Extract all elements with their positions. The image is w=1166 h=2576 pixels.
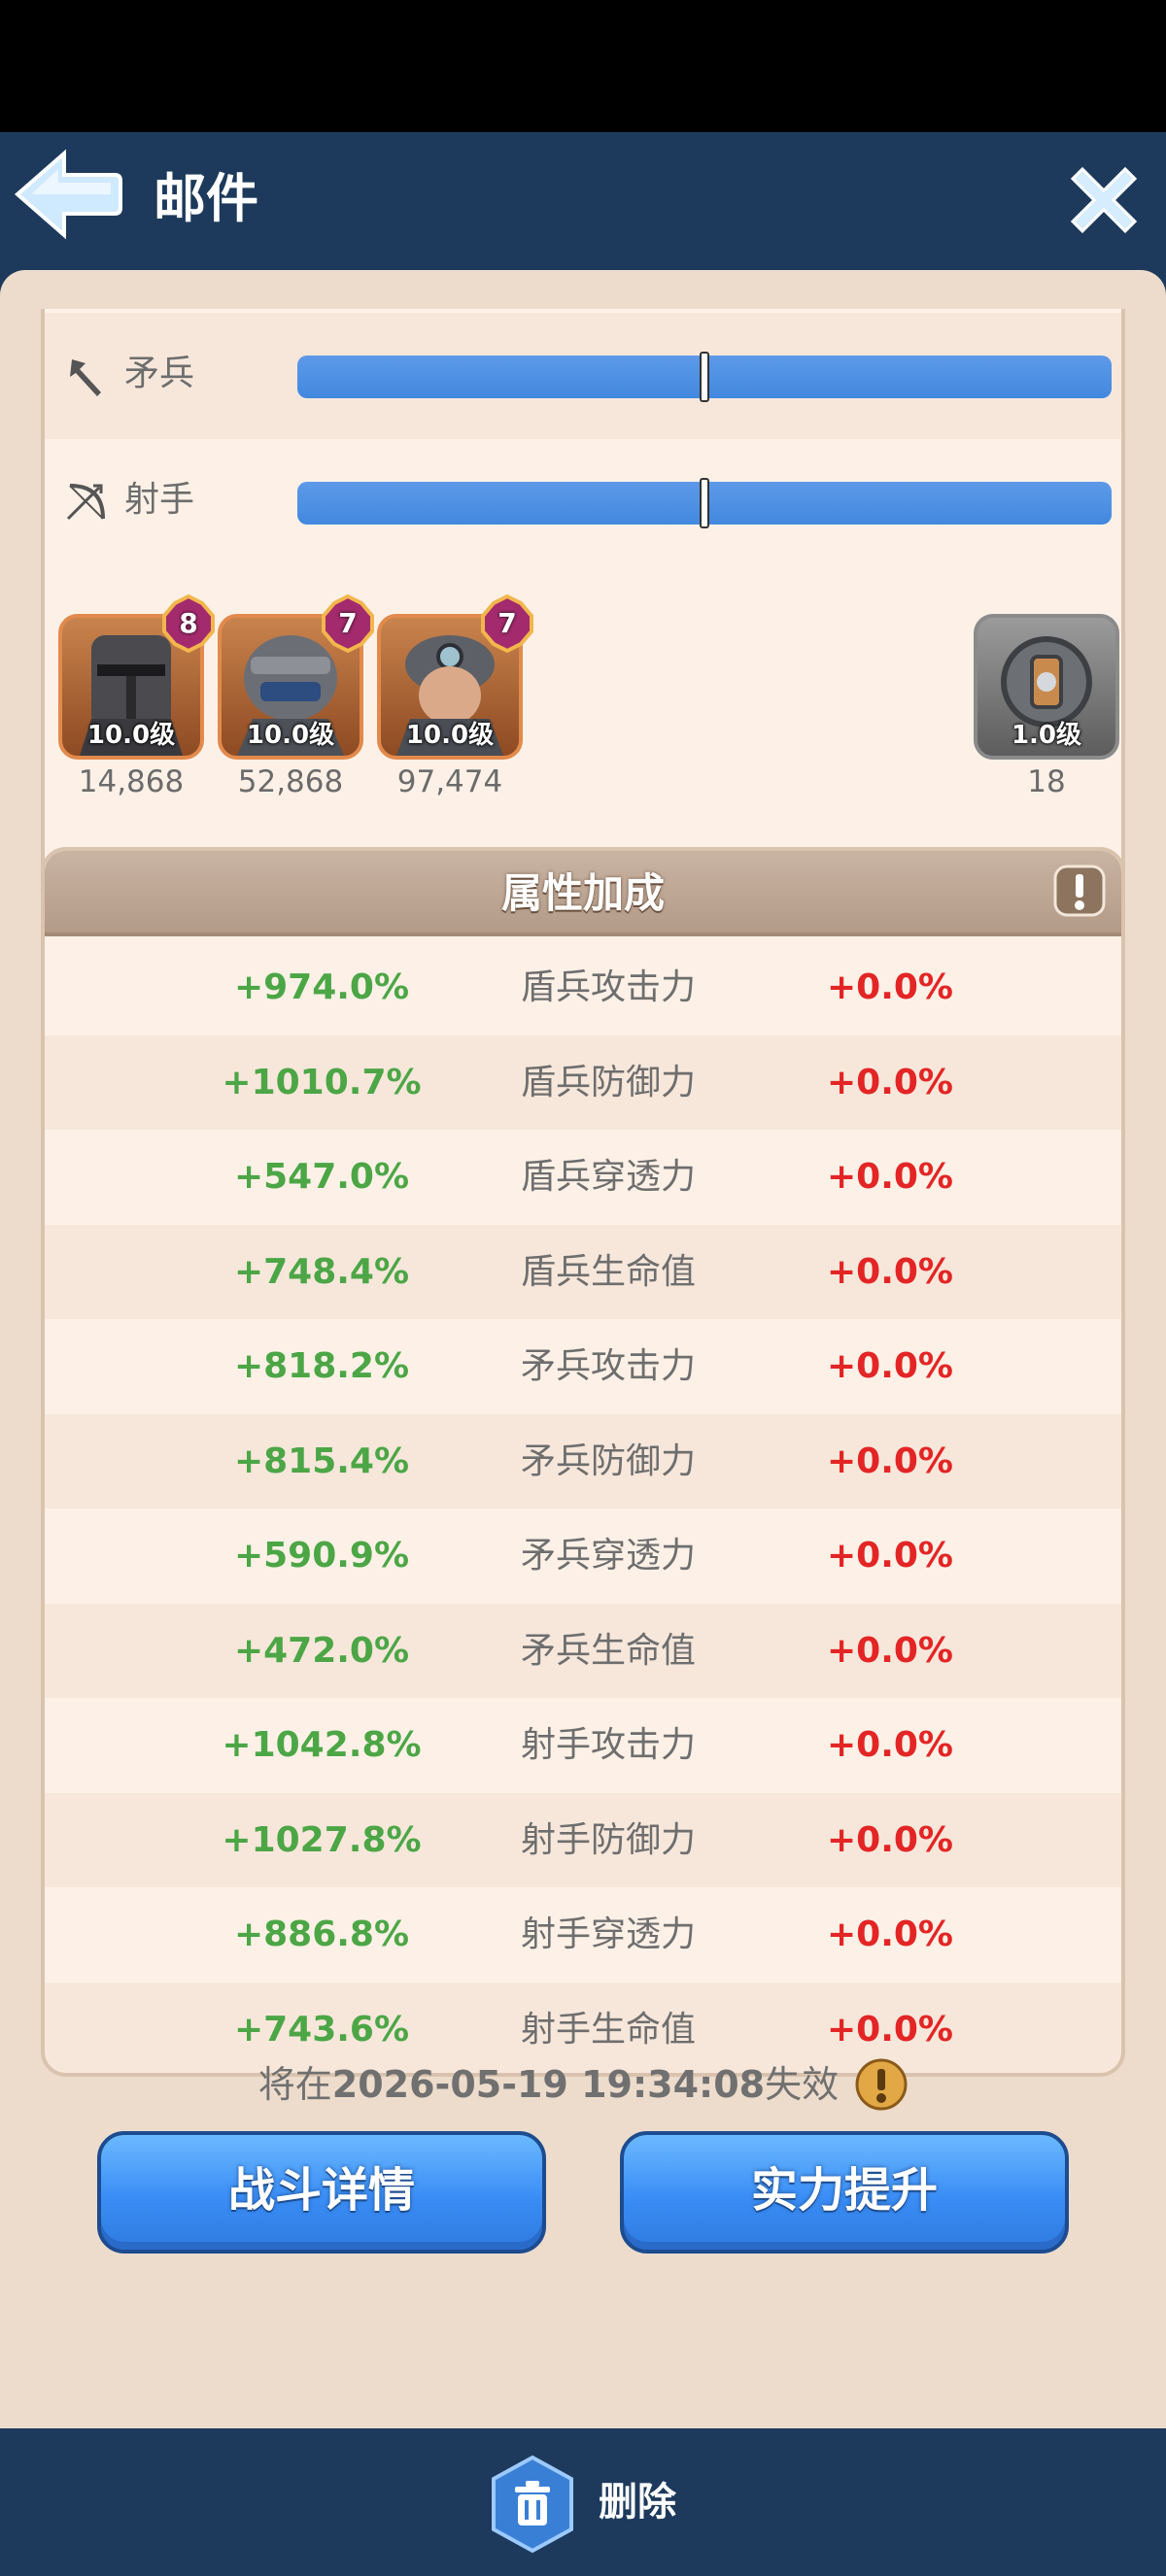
bonus-value: +974.0%	[233, 967, 410, 1007]
attribute-row: +590.9% 矛兵穿透力 +0.0%	[45, 1508, 1121, 1604]
troop-ratio-bar	[297, 478, 1112, 528]
attribute-name: 矛兵生命值	[520, 1630, 696, 1671]
attribute-name: 矛兵穿透力	[520, 1536, 696, 1576]
bonus-delta: +0.0%	[826, 1536, 953, 1576]
attribute-name: 射手攻击力	[520, 1725, 696, 1765]
bonus-value: +547.0%	[233, 1157, 410, 1197]
gear-count: 18	[1027, 764, 1066, 799]
bonus-value: +1042.8%	[222, 1725, 422, 1765]
attribute-bonus-title: 属性加成	[500, 869, 665, 917]
hero-star-badge: 8	[159, 593, 218, 654]
gear-level: 1.0级	[1011, 721, 1082, 750]
expiry-text: 将在2026-05-19 19:34:08失效	[258, 2055, 839, 2114]
bonus-delta: +0.0%	[826, 1819, 953, 1860]
page-title: 邮件	[154, 168, 258, 229]
power-up-button[interactable]: 实力提升	[620, 2131, 1069, 2254]
troop-label: 矛兵	[124, 354, 195, 393]
bonus-delta: +0.0%	[826, 1441, 953, 1481]
status-bar	[0, 0, 1166, 132]
attribute-name: 射手防御力	[520, 1819, 696, 1860]
attribute-bonus-header: 属性加成	[45, 851, 1121, 936]
attribute-name: 矛兵攻击力	[520, 1346, 696, 1386]
bonus-delta: +0.0%	[826, 1251, 953, 1292]
hero-star-count: 7	[497, 607, 517, 639]
battle-details-button[interactable]: 战斗详情	[97, 2131, 546, 2254]
bonus-value: +815.4%	[233, 1441, 410, 1481]
attribute-row: +818.2% 矛兵攻击力 +0.0%	[45, 1319, 1121, 1414]
bonus-value: +1027.8%	[222, 1819, 422, 1860]
bonus-value: +1010.7%	[222, 1062, 422, 1102]
attribute-name: 盾兵生命值	[520, 1251, 696, 1292]
attribute-row: +974.0% 盾兵攻击力 +0.0%	[45, 940, 1121, 1035]
hero-power: 97,474	[396, 764, 503, 799]
trash-icon	[492, 2455, 573, 2554]
bonus-value: +748.4%	[233, 1251, 410, 1292]
exclamation-icon	[855, 2058, 908, 2111]
expiry-suffix: 失效	[765, 2063, 840, 2106]
bonus-delta: +0.0%	[826, 1630, 953, 1671]
troop-ratio-bar	[297, 352, 1112, 402]
delete-button[interactable]: 删除	[482, 2454, 715, 2560]
attribute-row: +815.4% 矛兵防御力 +0.0%	[45, 1413, 1121, 1508]
attribute-name: 射手穿透力	[520, 1915, 696, 1954]
delete-label: 删除	[599, 2480, 676, 2525]
hero-star-count: 7	[338, 607, 358, 639]
exclamation-icon	[1053, 864, 1106, 917]
bonus-delta: +0.0%	[826, 1915, 953, 1954]
hero-star-badge: 7	[319, 593, 377, 654]
hero-star-count: 8	[179, 607, 198, 639]
bow-icon	[66, 484, 105, 521]
bonus-delta: +0.0%	[826, 1346, 953, 1386]
expiry-datetime: 2026-05-19 19:34:08	[331, 2063, 766, 2106]
back-button[interactable]	[14, 148, 122, 241]
bonus-delta: +0.0%	[826, 967, 953, 1007]
bonus-value: +886.8%	[233, 1915, 410, 1954]
bonus-value: +472.0%	[233, 1630, 410, 1671]
hero-level: 10.0级	[405, 721, 495, 750]
bonus-value: +590.9%	[233, 1536, 410, 1576]
button-label: 实力提升	[750, 2163, 938, 2218]
expiry-prefix: 将在	[257, 2063, 332, 2106]
attribute-row: +748.4% 盾兵生命值 +0.0%	[45, 1224, 1121, 1319]
header-bar: 邮件	[0, 132, 1166, 270]
troop-ratio-marker	[700, 352, 709, 402]
expiry-notice: 将在2026-05-19 19:34:08失效	[0, 2055, 1166, 2114]
bonus-delta: +0.0%	[826, 1725, 953, 1765]
expiry-info-button[interactable]	[855, 2058, 908, 2111]
attribute-info-button[interactable]	[1053, 864, 1106, 917]
troop-row-archer: 射手	[45, 439, 1121, 565]
attribute-name: 盾兵防御力	[520, 1062, 696, 1102]
hero-level: 10.0级	[246, 721, 335, 750]
attribute-row: +547.0% 盾兵穿透力 +0.0%	[45, 1130, 1121, 1225]
attribute-row: +1027.8% 射手防御力 +0.0%	[45, 1792, 1121, 1887]
bonus-delta: +0.0%	[826, 1062, 953, 1102]
hero-star-badge: 7	[478, 593, 536, 654]
attribute-name: 盾兵攻击力	[520, 967, 696, 1007]
close-button[interactable]	[1069, 165, 1139, 235]
close-icon	[1070, 166, 1138, 234]
bonus-value: +818.2%	[233, 1346, 410, 1386]
hero-level: 10.0级	[86, 721, 176, 750]
gear-item[interactable]: 1.0级	[974, 614, 1119, 760]
attribute-row: +1042.8% 射手攻击力 +0.0%	[45, 1698, 1121, 1793]
hero-power: 52,868	[237, 764, 344, 799]
attribute-name: 盾兵穿透力	[520, 1157, 696, 1197]
spear-icon	[70, 359, 101, 396]
troop-ratio-marker	[700, 478, 709, 528]
attribute-bonus-card: 属性加成 +974.0% 盾兵攻击力 +0.0% +1010.7% 盾兵防御力 +0.0…	[41, 847, 1125, 2077]
attribute-row: +886.8% 射手穿透力 +0.0%	[45, 1887, 1121, 1983]
attribute-row: +472.0% 矛兵生命值 +0.0%	[45, 1603, 1121, 1698]
troop-label: 射手	[124, 480, 195, 520]
attribute-name: 矛兵防御力	[520, 1441, 696, 1481]
bonus-delta: +0.0%	[826, 1157, 953, 1197]
attribute-list: +974.0% 盾兵攻击力 +0.0% +1010.7% 盾兵防御力 +0.0% +54…	[45, 940, 1121, 2073]
hero-power: 14,868	[78, 764, 185, 799]
troop-row-spear: 矛兵	[45, 313, 1121, 439]
back-arrow-icon	[14, 149, 122, 240]
attribute-row: +1010.7% 盾兵防御力 +0.0%	[45, 1034, 1121, 1130]
button-label: 战斗详情	[227, 2163, 415, 2218]
